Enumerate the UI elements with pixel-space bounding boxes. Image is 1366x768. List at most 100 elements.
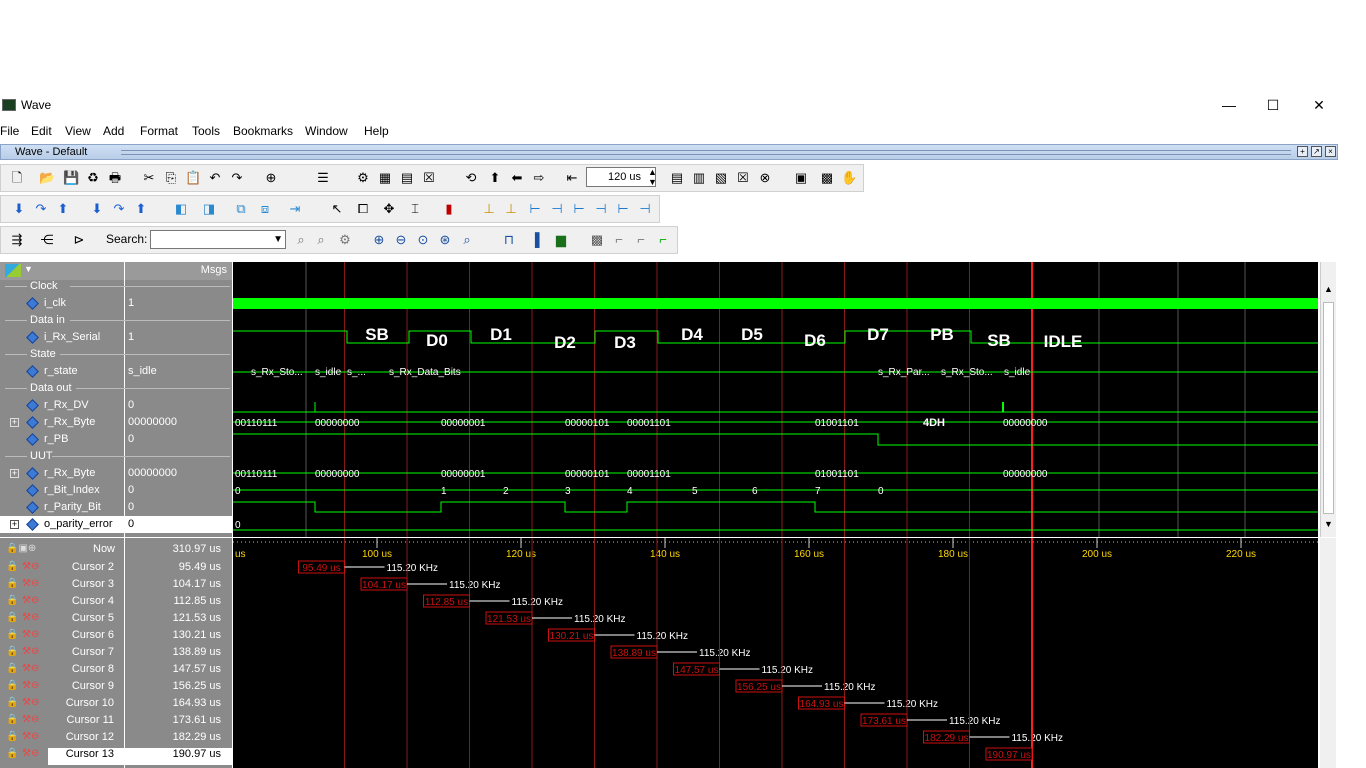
search-find-icon[interactable]: ⌕ (293, 232, 309, 248)
expand-icon[interactable]: + (10, 469, 19, 478)
wave-step-icon[interactable]: ⌐ (611, 232, 627, 248)
search-dropdown-icon[interactable]: ▼ (273, 234, 283, 245)
wave-settings-icon[interactable] (5, 264, 21, 277)
cursor-lock-icon[interactable]: 🔒 (6, 646, 18, 657)
cursor-lock-icon[interactable]: 🔒 (6, 714, 18, 725)
signal-row[interactable]: i_Rx_Serial (0, 329, 124, 346)
insert-divider-icon[interactable]: ⇶ (9, 232, 25, 248)
memory-icon[interactable]: ▩ (819, 170, 835, 186)
cursor-delete-icon[interactable]: ⚒⊖ (22, 578, 39, 589)
cursor-label[interactable]: Cursor 13 (48, 748, 124, 765)
cursor-lock-icon[interactable]: 🔒 (6, 680, 18, 691)
minimize-button[interactable]: — (1206, 96, 1252, 116)
group-state[interactable]: State (30, 348, 56, 360)
performance-icon[interactable]: ▣ (793, 170, 809, 186)
cursor-label[interactable]: Cursor 4 (50, 595, 114, 612)
header-dropdown-icon[interactable]: ▼ (24, 264, 33, 274)
cursor-value[interactable]: 104.17 us (125, 578, 232, 595)
expand-icon[interactable]: + (10, 520, 19, 529)
rising-edge-icon[interactable]: ⊣ (593, 201, 609, 217)
close-button[interactable]: ✕ (1296, 96, 1342, 116)
cursor-lock-icon[interactable]: 🔒 (6, 612, 18, 623)
cursor-first-icon[interactable]: ⊥ (481, 201, 497, 217)
cursor-delete-icon[interactable]: ⚒⊖ (22, 748, 39, 759)
cursor-lock-icon[interactable]: 🔒 (6, 561, 18, 572)
cursor-value[interactable]: 147.57 us (125, 663, 232, 680)
cursor-value[interactable]: 138.89 us (125, 646, 232, 663)
undock-icon[interactable]: ↗ (1311, 146, 1322, 157)
signal-row[interactable]: r_Rx_DV (0, 397, 124, 414)
menu-window[interactable]: Window (305, 124, 348, 138)
hand-icon[interactable]: ✋ (841, 170, 857, 186)
forward-icon[interactable]: ⇨ (531, 170, 547, 186)
menu-file[interactable]: File (0, 124, 19, 138)
waveform-canvas[interactable]: SB D0 D1 D2 D3 D4 D5 D6 D7 PB SB IDLE s_Rx_Sto... s_i… (233, 262, 1318, 537)
open-folder-icon[interactable]: 📂 (39, 170, 55, 186)
cursor-label[interactable]: Cursor 10 (50, 697, 114, 714)
step-out-icon[interactable]: ⬆ (55, 201, 71, 217)
group-data-out[interactable]: Data out (30, 382, 72, 394)
cursor-lock-icon[interactable]: 🔒 (6, 731, 18, 742)
step-over-c-icon[interactable]: ↷ (111, 201, 127, 217)
cursor-lock-icon[interactable]: 🔒 (6, 748, 18, 759)
step-into-c-icon[interactable]: ⬇ (89, 201, 105, 217)
cursor-value[interactable]: 130.21 us (125, 629, 232, 646)
signal-row[interactable]: + r_Rx_Byte (0, 465, 124, 482)
menu-add[interactable]: Add (103, 124, 124, 138)
cursor-delete-icon[interactable]: ⚒⊖ (22, 731, 39, 742)
continue-icon[interactable]: ▥ (691, 170, 707, 186)
wave-compare-icon[interactable]: ⧉ (233, 201, 249, 217)
add-wave-icon[interactable]: ⊕ (263, 170, 279, 186)
cursor-value[interactable]: 164.93 us (125, 697, 232, 714)
compile-all-icon[interactable]: ▦ (377, 170, 393, 186)
print-icon[interactable]: 🖶 (107, 170, 123, 186)
copy-icon[interactable]: ⎘ (163, 170, 179, 186)
wave-format-literal-icon[interactable]: ⊓ (501, 232, 517, 248)
zoom-full-icon[interactable]: ⊙ (415, 232, 431, 248)
new-file-icon[interactable]: 🗋 (9, 170, 25, 186)
scroll-up-icon[interactable]: ▲ (1324, 284, 1333, 294)
cursor-lock-icon[interactable]: 🔒 (6, 595, 18, 606)
redo-icon[interactable]: ↷ (229, 170, 245, 186)
menu-edit[interactable]: Edit (31, 124, 52, 138)
wave-green-icon[interactable]: ⌐ (655, 232, 671, 248)
wave-subwindow-titlebar[interactable]: Wave - Default + ↗ × (0, 144, 1338, 160)
cursor-label[interactable]: Cursor 8 (50, 663, 114, 680)
select-mode-icon[interactable]: ↖ (329, 201, 345, 217)
expand-icon[interactable]: + (10, 418, 19, 427)
cursor-lock-icon[interactable]: 🔒 (6, 697, 18, 708)
step-out-c-icon[interactable]: ⬆ (133, 201, 149, 217)
dock-icon[interactable]: + (1297, 146, 1308, 157)
cursor-delete-icon[interactable]: ⚒⊖ (22, 697, 39, 708)
cursor-delete-icon[interactable]: ⚒⊖ (22, 561, 39, 572)
cursor-value[interactable]: 182.29 us (125, 731, 232, 748)
cursor-label[interactable]: Cursor 9 (50, 680, 114, 697)
cursor-lock-icon[interactable]: 🔒 (6, 629, 18, 640)
edit-mode-icon[interactable]: ⌶ (407, 201, 423, 217)
wave-add-icon[interactable]: ⧈ (257, 201, 273, 217)
compile-icon[interactable]: ⚙ (355, 170, 371, 186)
cursor-value[interactable]: 95.49 us (125, 561, 232, 578)
break-icon[interactable]: ☒ (421, 170, 437, 186)
cursor-value[interactable]: 112.85 us (125, 595, 232, 612)
name-header[interactable]: ▼ (0, 262, 124, 280)
wave-export-icon[interactable]: ⇥ (287, 201, 303, 217)
paste-icon[interactable]: 📋 (185, 170, 201, 186)
cursor-label[interactable]: Cursor 6 (50, 629, 114, 646)
menu-view[interactable]: View (65, 124, 91, 138)
stop-mode-icon[interactable]: ▮ (441, 201, 457, 217)
menu-bookmarks[interactable]: Bookmarks (233, 124, 293, 138)
next-edge-icon[interactable]: ◨ (201, 201, 217, 217)
signal-row[interactable]: i_clk (0, 295, 124, 312)
run-length-icon[interactable]: ⇤ (564, 170, 580, 186)
zoom-region-icon[interactable]: ⌕ (459, 232, 475, 248)
subwindow-close-icon[interactable]: × (1325, 146, 1336, 157)
spin-arrows-icon[interactable]: ▲ ▼ (648, 167, 657, 187)
cursor-value[interactable]: 156.25 us (125, 680, 232, 697)
search-input[interactable]: ▼ (150, 230, 286, 249)
cursor-last-icon[interactable]: ⊥ (503, 201, 519, 217)
step-into-icon[interactable]: ⬇ (11, 201, 27, 217)
wave-format-event-icon[interactable]: ▆ (553, 232, 569, 248)
save-icon[interactable]: 💾 (63, 170, 79, 186)
search-next-icon[interactable]: ⌕ (313, 232, 329, 248)
